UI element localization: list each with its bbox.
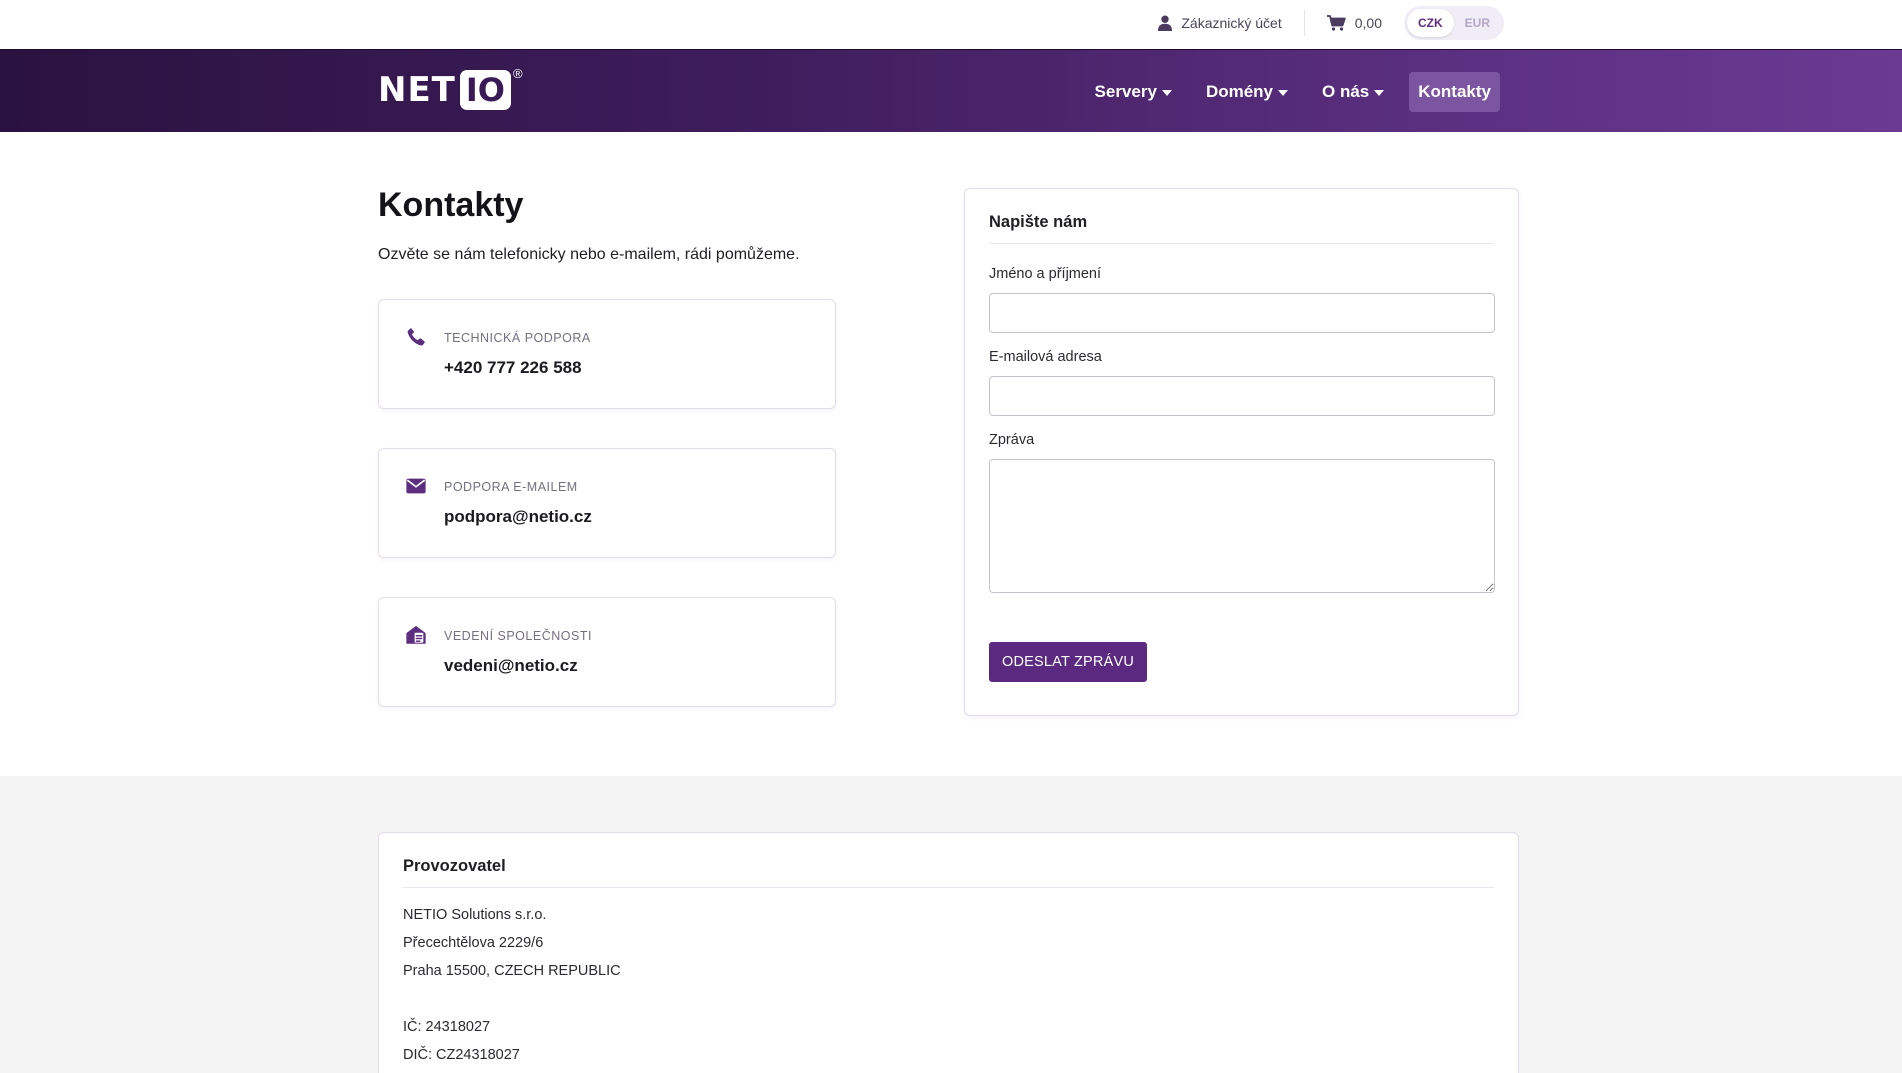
operator-company: NETIO Solutions s.r.o. xyxy=(403,907,547,923)
contact-card-email-support: PODPORA E-MAILEM podpora@netio.cz xyxy=(378,448,836,558)
contact-card-management: VEDENÍ SPOLEČNOSTI vedeni@netio.cz xyxy=(378,597,836,707)
topbar-divider xyxy=(1303,10,1305,36)
nav-item-label: Servery xyxy=(1094,82,1157,101)
nav-item-o-nas[interactable]: O nás xyxy=(1313,72,1393,112)
caret-down-icon xyxy=(1161,90,1172,96)
top-utility-links: Zákaznický účet 0,00 CZK EUR xyxy=(1158,6,1504,40)
nav-item-kontakty[interactable]: Kontakty xyxy=(1409,72,1500,112)
nav-item-label: O nás xyxy=(1322,82,1370,101)
user-icon xyxy=(1158,15,1173,31)
currency-czk-button[interactable]: CZK xyxy=(1406,9,1454,37)
operator-city: Praha 15500, CZECH REPUBLIC xyxy=(403,963,621,979)
envelope-open-text-icon xyxy=(406,625,426,644)
operator-divider xyxy=(403,887,1494,888)
contact-card-tech-support: TECHNICKÁ PODPORA +420 777 226 588 xyxy=(378,299,836,409)
logo-registered-mark: ® xyxy=(512,66,523,81)
cart-link[interactable]: 0,00 xyxy=(1326,15,1382,31)
message-textarea[interactable] xyxy=(989,459,1495,593)
logo-text: NET xyxy=(378,70,456,110)
contact-form-card: Napište nám Jméno a příjmení E-mailová a… xyxy=(964,188,1519,716)
email-label: E-mailová adresa xyxy=(989,349,1102,365)
envelope-icon xyxy=(406,478,426,494)
operator-heading: Provozovatel xyxy=(403,857,506,875)
nav-item-label: Kontakty xyxy=(1418,82,1491,101)
customer-account-label: Zákaznický účet xyxy=(1181,15,1282,31)
page-title: Kontakty xyxy=(378,186,524,224)
contact-label: TECHNICKÁ PODPORA xyxy=(444,331,591,345)
customer-account-link[interactable]: Zákaznický účet xyxy=(1158,15,1282,31)
name-input[interactable] xyxy=(989,293,1495,333)
caret-down-icon xyxy=(1278,90,1289,96)
contact-email-value[interactable]: podpora@netio.cz xyxy=(444,507,592,527)
operator-card: Provozovatel NETIO Solutions s.r.o. Přec… xyxy=(378,832,1519,1073)
netio-logo[interactable]: NET IO ® xyxy=(378,66,523,110)
caret-down-icon xyxy=(1374,90,1385,96)
form-divider xyxy=(989,243,1494,244)
currency-switcher: CZK EUR xyxy=(1403,6,1504,40)
contact-label: VEDENÍ SPOLEČNOSTI xyxy=(444,629,592,643)
contact-management-value[interactable]: vedeni@netio.cz xyxy=(444,656,578,676)
nav-item-domeny[interactable]: Domény xyxy=(1197,72,1297,112)
contact-label: PODPORA E-MAILEM xyxy=(444,480,578,494)
page-subtitle: Ozvěte se nám telefonicky nebo e-mailem,… xyxy=(378,246,800,263)
nav-item-label: Domény xyxy=(1205,82,1274,101)
nav-item-servery[interactable]: Servery xyxy=(1086,72,1181,112)
operator-street: Přecechtělova 2229/6 xyxy=(403,935,544,951)
operator-ic: IČ: 24318027 xyxy=(403,1019,491,1035)
main-navigation: NET IO ® Servery Domény O nás Kontakty xyxy=(0,49,1902,132)
email-input[interactable] xyxy=(989,376,1495,416)
logo-box-text: IO xyxy=(459,70,511,110)
phone-icon xyxy=(407,327,425,346)
form-heading: Napište nám xyxy=(989,213,1088,231)
contact-phone-value[interactable]: +420 777 226 588 xyxy=(444,358,582,378)
nav-menu: Servery Domény O nás Kontakty xyxy=(1070,72,1500,112)
operator-dic: DIČ: CZ24318027 xyxy=(403,1047,520,1063)
top-utility-bar: Zákaznický účet 0,00 CZK EUR xyxy=(0,0,1902,49)
cart-total: 0,00 xyxy=(1354,15,1382,31)
submit-message-button[interactable]: ODESLAT ZPRÁVU xyxy=(989,642,1147,682)
message-label: Zpráva xyxy=(989,432,1035,448)
cart-icon xyxy=(1326,15,1346,31)
currency-eur-button[interactable]: EUR xyxy=(1454,9,1501,37)
name-label: Jméno a příjmení xyxy=(989,266,1102,282)
